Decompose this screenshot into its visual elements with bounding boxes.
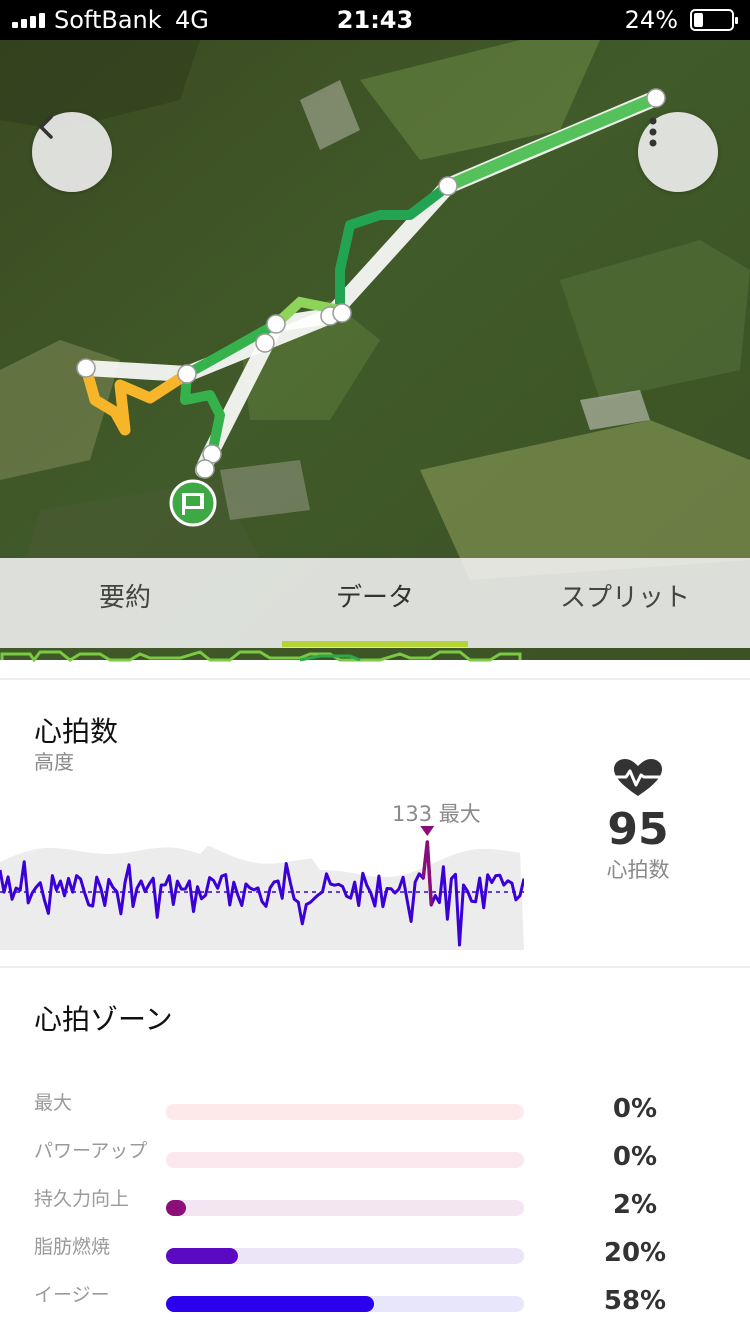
- zone-percent: 0%: [612, 1094, 658, 1124]
- zone-row-endurance: 持久力向上 2%: [0, 1184, 750, 1224]
- tab-splits[interactable]: スプリット: [500, 558, 750, 648]
- tab-summary[interactable]: 要約: [0, 558, 250, 648]
- zone-percent: 0%: [612, 1142, 658, 1172]
- battery-icon: [690, 9, 738, 31]
- zone-row-max: 最大 0%: [0, 1088, 750, 1128]
- zone-percent: 58%: [603, 1286, 667, 1316]
- start-flag-icon: [169, 479, 217, 527]
- heart-rate-title: 心拍数: [34, 715, 119, 748]
- heart-rate-summary: 95 心拍数: [578, 758, 698, 884]
- zone-bar-track: [166, 1200, 524, 1216]
- more-vertical-icon: [649, 117, 657, 147]
- zone-row-fat-burn: 脂肪燃焼 20%: [0, 1232, 750, 1272]
- heart-zones-title: 心拍ゾーン: [34, 1003, 173, 1036]
- zone-label: パワーアップ: [34, 1140, 148, 1162]
- heart-rate-subtitle: 高度: [34, 750, 74, 774]
- zone-label: 最大: [34, 1092, 73, 1114]
- zone-bar-track: [166, 1104, 524, 1120]
- zone-bar-track: [166, 1296, 524, 1312]
- more-options-button[interactable]: [638, 112, 718, 192]
- heart-rate-icon: [612, 759, 664, 796]
- section-divider: [0, 678, 750, 680]
- zone-row-power-up: パワーアップ 0%: [0, 1136, 750, 1176]
- zone-bar-fill: [166, 1296, 374, 1312]
- pace-chart-strip: [0, 650, 522, 662]
- zone-bar-fill: [166, 1248, 238, 1264]
- active-tab-indicator: [282, 641, 468, 647]
- zone-row-easy: イージー 58%: [0, 1280, 750, 1320]
- heart-rate-unit: 心拍数: [606, 858, 670, 882]
- zone-label: イージー: [34, 1284, 110, 1306]
- zone-bar-track: [166, 1248, 524, 1264]
- battery-percent: 24%: [624, 6, 678, 34]
- zone-label: 持久力向上: [34, 1188, 130, 1210]
- back-button[interactable]: [32, 112, 112, 192]
- heart-rate-value: 95: [607, 804, 669, 855]
- zone-percent: 2%: [612, 1190, 658, 1220]
- status-bar: SoftBank 4G 21:43 24%: [0, 0, 750, 40]
- tab-bar: 要約 データ スプリット: [0, 558, 750, 648]
- chevron-left-icon: [39, 115, 53, 139]
- zone-bar-track: [166, 1152, 524, 1168]
- max-heart-rate-label: 133 最大: [392, 802, 481, 826]
- section-divider: [0, 966, 750, 968]
- zone-bar-fill: [166, 1200, 186, 1216]
- zone-percent: 20%: [603, 1238, 667, 1268]
- tab-data[interactable]: データ: [250, 558, 500, 648]
- zone-label: 脂肪燃焼: [34, 1236, 111, 1258]
